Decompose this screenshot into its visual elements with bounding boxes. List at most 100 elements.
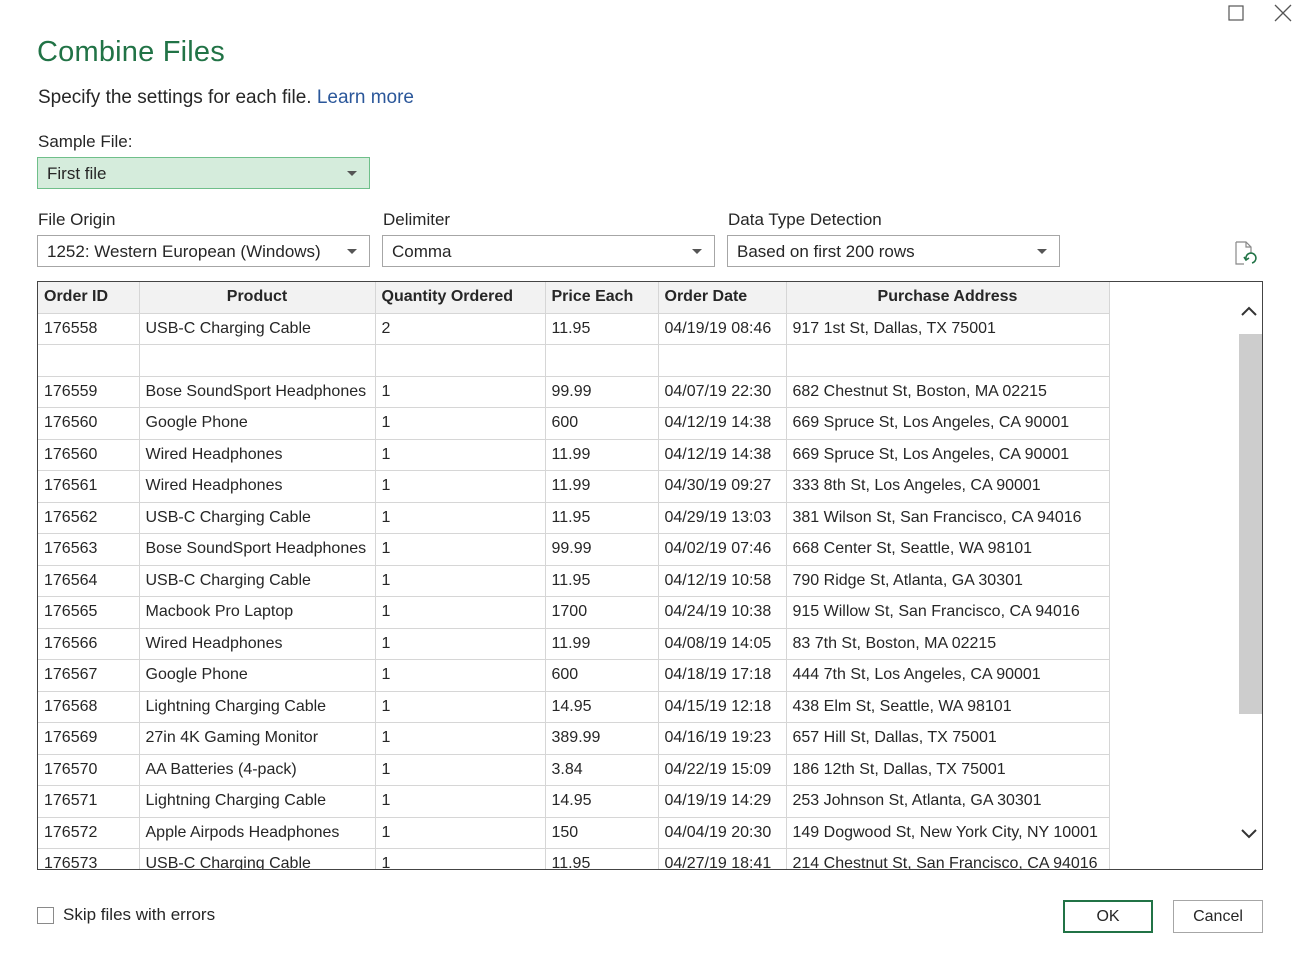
table-cell: 04/29/19 13:03 (658, 502, 787, 534)
skip-files-option[interactable]: Skip files with errors (37, 905, 215, 925)
table-cell (139, 344, 376, 377)
table-cell: 600 (545, 407, 659, 440)
column-header[interactable]: Product (139, 282, 376, 314)
table-cell: 438 Elm St, Seattle, WA 98101 (786, 691, 1110, 723)
table-cell: 04/27/19 18:41 (658, 848, 787, 869)
table-cell: 176569 (38, 722, 140, 755)
table-cell (38, 344, 140, 377)
sample-file-value: First file (47, 164, 107, 183)
table-cell: 04/04/19 20:30 (658, 817, 787, 849)
table-cell: 04/15/19 12:18 (658, 691, 787, 723)
close-button[interactable] (1272, 2, 1294, 24)
chevron-down-icon (692, 249, 702, 254)
table-cell: 176571 (38, 785, 140, 818)
table-cell: 176561 (38, 470, 140, 503)
table-row: 176559 Bose SoundSport Headphones 1 99.99 04… (38, 376, 1110, 408)
column-header[interactable]: Order ID (38, 282, 140, 314)
column-header[interactable]: Order Date (658, 282, 787, 314)
table-cell: Lightning Charging Cable (139, 785, 376, 818)
chevron-down-icon (1037, 249, 1047, 254)
table-cell: 915 Willow St, San Francisco, CA 94016 (786, 596, 1110, 629)
table-cell: 04/02/19 07:46 (658, 533, 787, 566)
table-cell: 1 (375, 376, 546, 408)
table-cell: 04/12/19 10:58 (658, 565, 787, 597)
delimiter-dropdown[interactable]: Comma (382, 235, 715, 267)
table-cell: 04/24/19 10:38 (658, 596, 787, 629)
chevron-down-icon (347, 249, 357, 254)
table-cell: 1700 (545, 596, 659, 629)
dialog-title: Combine Files (37, 36, 225, 68)
table-cell: 04/08/19 14:05 (658, 628, 787, 660)
table-cell: 1 (375, 439, 546, 471)
table-row: 176565 Macbook Pro Laptop 1 1700 04/24/19 10… (38, 596, 1110, 629)
learn-more-link[interactable]: Learn more (317, 87, 414, 108)
table-cell: 1 (375, 848, 546, 869)
ok-button[interactable]: OK (1063, 900, 1153, 933)
table-row: 176561 Wired Headphones 1 11.99 04/30/19 09:… (38, 470, 1110, 503)
table-cell: 11.95 (545, 313, 659, 345)
table-cell: Bose SoundSport Headphones (139, 533, 376, 566)
table-cell: 150 (545, 817, 659, 849)
refresh-preview-icon (1235, 241, 1257, 265)
table-cell: 176566 (38, 628, 140, 660)
skip-files-checkbox[interactable] (37, 906, 54, 924)
table-cell: 11.99 (545, 470, 659, 503)
table-cell: 657 Hill St, Dallas, TX 75001 (786, 722, 1110, 755)
chevron-down-icon (1241, 829, 1257, 839)
table-cell: 176573 (38, 848, 140, 869)
chevron-down-icon (347, 171, 357, 176)
table-cell: Google Phone (139, 407, 376, 440)
table-header-row: Order ID Product Quantity Ordered Price … (38, 282, 1110, 314)
table-cell: 99.99 (545, 533, 659, 566)
table-cell: 83 7th St, Boston, MA 02215 (786, 628, 1110, 660)
table-cell: 669 Spruce St, Los Angeles, CA 90001 (786, 439, 1110, 471)
table-cell: 27in 4K Gaming Monitor (139, 722, 376, 755)
table-row: 176562 USB-C Charging Cable 1 11.95 04/29/19… (38, 502, 1110, 534)
scroll-down-button[interactable] (1240, 827, 1258, 845)
sample-file-label: Sample File: (38, 132, 133, 151)
table-cell: 1 (375, 502, 546, 534)
table-cell: 176560 (38, 407, 140, 440)
table-cell: Macbook Pro Laptop (139, 596, 376, 629)
data-type-detection-dropdown[interactable]: Based on first 200 rows (727, 235, 1060, 267)
file-origin-dropdown[interactable]: 1252: Western European (Windows) (37, 235, 370, 267)
data-type-detection-value: Based on first 200 rows (737, 242, 915, 261)
table-cell: 1 (375, 628, 546, 660)
table-cell: Lightning Charging Cable (139, 691, 376, 723)
skip-files-label: Skip files with errors (63, 905, 216, 924)
column-header[interactable]: Purchase Address (786, 282, 1110, 314)
table-cell: 1 (375, 722, 546, 755)
data-type-detection-label: Data Type Detection (728, 210, 882, 229)
table-cell: 04/19/19 14:29 (658, 785, 787, 818)
table-cell: 389.99 (545, 722, 659, 755)
table-cell: 176558 (38, 313, 140, 345)
table-cell: 333 8th St, Los Angeles, CA 90001 (786, 470, 1110, 503)
table-cell: 176559 (38, 376, 140, 408)
scroll-thumb[interactable] (1239, 334, 1262, 714)
table-cell: 444 7th St, Los Angeles, CA 90001 (786, 659, 1110, 692)
table-row: 176567 Google Phone 1 600 04/18/19 17:18 444 … (38, 659, 1110, 692)
table-cell: 1 (375, 565, 546, 597)
maximize-button[interactable] (1225, 2, 1247, 24)
table-cell: 14.95 (545, 691, 659, 723)
table-cell: 1 (375, 533, 546, 566)
table-cell: 790 Ridge St, Atlanta, GA 30301 (786, 565, 1110, 597)
table-cell: 3.84 (545, 754, 659, 786)
sample-file-dropdown[interactable]: First file (37, 157, 370, 189)
table-cell: 04/07/19 22:30 (658, 376, 787, 408)
column-header[interactable]: Quantity Ordered (375, 282, 546, 314)
table-cell: 176562 (38, 502, 140, 534)
scroll-up-button[interactable] (1240, 304, 1258, 322)
table-cell: 11.99 (545, 439, 659, 471)
cancel-button[interactable]: Cancel (1173, 900, 1263, 933)
table-cell: 1 (375, 817, 546, 849)
column-header[interactable]: Price Each (545, 282, 659, 314)
table-row: 176568 Lightning Charging Cable 1 14.95 04/1… (38, 691, 1110, 723)
refresh-preview-button[interactable] (1232, 240, 1258, 271)
table-row: 176569 27in 4K Gaming Monitor 1 389.99 04/16… (38, 722, 1110, 755)
table-cell: 11.95 (545, 502, 659, 534)
table-cell: 682 Chestnut St, Boston, MA 02215 (786, 376, 1110, 408)
table-cell (658, 344, 787, 377)
table-row: 176573 USB-C Charging Cable 1 11.95 04/27/19… (38, 848, 1110, 869)
vertical-scrollbar[interactable] (1238, 282, 1262, 869)
